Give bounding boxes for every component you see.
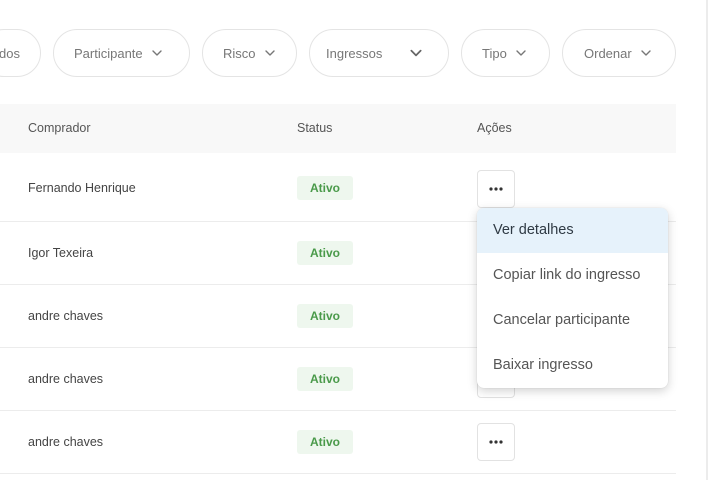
- row-actions-button[interactable]: [477, 170, 515, 208]
- filter-label: Ordenar: [584, 45, 632, 61]
- filter-chip-participante[interactable]: Participante: [53, 29, 190, 77]
- chevron-down-icon: [151, 47, 163, 59]
- filter-label: Ingressos: [326, 45, 383, 61]
- menu-item-download-ticket[interactable]: Baixar ingresso: [477, 343, 668, 388]
- status-badge: Ativo: [297, 367, 353, 391]
- chevron-down-icon: [264, 47, 276, 59]
- row-actions-menu: Ver detalhes Copiar link do ingresso Can…: [477, 208, 668, 388]
- column-header-actions: Ações: [477, 121, 512, 135]
- filter-label: Participante: [74, 45, 143, 61]
- buyer-name: Igor Texeira: [28, 246, 94, 260]
- menu-item-view-details[interactable]: Ver detalhes: [477, 208, 668, 253]
- buyer-name: andre chaves: [28, 309, 104, 323]
- filter-chip-ingressos[interactable]: Ingressos: [309, 29, 449, 77]
- filter-chip-risco[interactable]: Risco: [202, 29, 297, 77]
- buyer-name: andre chaves: [28, 372, 104, 386]
- column-header-status: Status: [297, 121, 333, 135]
- status-badge: Ativo: [297, 241, 353, 265]
- buyer-name: Fernando Henrique: [28, 181, 136, 195]
- filter-label: Risco: [223, 45, 256, 61]
- status-badge: Ativo: [297, 176, 353, 200]
- menu-item-copy-ticket-link[interactable]: Copiar link do ingresso: [477, 253, 668, 298]
- filter-label: Tipo: [482, 45, 507, 61]
- row-actions-button[interactable]: [477, 423, 515, 461]
- column-header-buyer: Comprador: [28, 121, 91, 135]
- status-badge: Ativo: [297, 430, 353, 454]
- menu-item-cancel-participant[interactable]: Cancelar participante: [477, 298, 668, 343]
- chevron-down-icon: [640, 47, 652, 59]
- status-badge: Ativo: [297, 304, 353, 328]
- table-row: andre chaves Ativo: [0, 411, 676, 474]
- filter-chip-dates[interactable]: dos: [0, 29, 41, 77]
- buyer-name: andre chaves: [28, 435, 104, 449]
- chevron-down-icon: [409, 46, 423, 60]
- ellipsis-horizontal-icon: [489, 187, 503, 191]
- table-header: Comprador Status Ações: [0, 104, 676, 153]
- filter-chip-ordenar[interactable]: Ordenar: [562, 29, 676, 77]
- filter-bar: dos Participante Risco Ingressos Tipo Or…: [0, 29, 708, 77]
- filter-chip-tipo[interactable]: Tipo: [461, 29, 550, 77]
- filter-label: dos: [0, 45, 20, 61]
- chevron-down-icon: [515, 47, 527, 59]
- ellipsis-horizontal-icon: [489, 440, 503, 444]
